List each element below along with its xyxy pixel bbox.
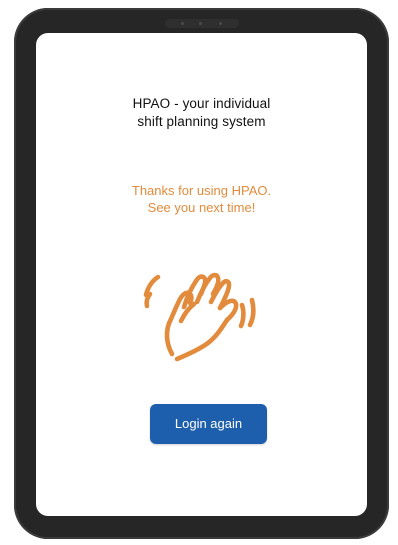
app-title-line-1: HPAO - your individual [132,96,271,111]
tablet-frame: HPAO - your individual shift planning sy… [14,8,389,539]
logout-screen: HPAO - your individual shift planning sy… [36,33,367,516]
goodbye-message-line-1: Thanks for using HPAO. [131,183,272,198]
app-title-line-2: shift planning system [137,114,266,129]
waving-hand-icon [143,272,256,362]
sensor-dot [218,22,222,25]
sensor-dot [180,22,184,25]
camera-dot [198,22,202,25]
goodbye-message: Thanks for using HPAO. See you next time… [36,182,367,216]
app-title: HPAO - your individual shift planning sy… [36,95,367,131]
camera-area [164,19,239,28]
login-again-button[interactable]: Login again [150,404,267,444]
goodbye-message-line-2: See you next time! [147,200,256,215]
